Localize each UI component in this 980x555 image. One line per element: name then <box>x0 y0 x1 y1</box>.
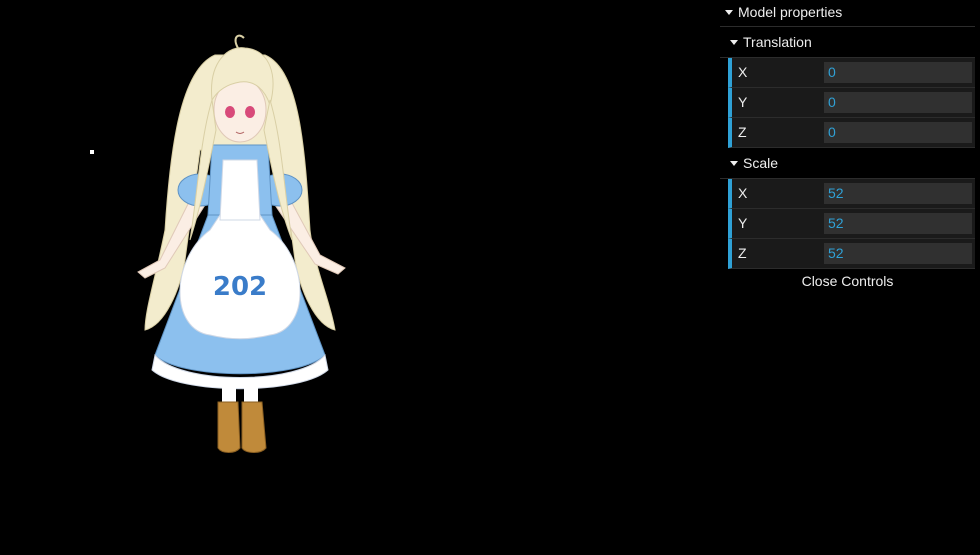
apron-number: 202 <box>213 272 267 302</box>
translation-y-input[interactable] <box>824 92 972 113</box>
translation-z-input[interactable] <box>824 122 972 143</box>
close-controls-button[interactable]: Close Controls <box>720 271 975 291</box>
folder-title-label: Scale <box>743 155 779 171</box>
folder-translation[interactable]: Translation <box>720 29 975 58</box>
scale-y-row: Y <box>728 209 975 239</box>
scale-z-row: Z <box>728 239 975 269</box>
ahoge <box>234 34 245 49</box>
translation-y-label: Y <box>738 94 748 110</box>
translation-z-row: Z <box>728 118 975 148</box>
folder-translation-group: Translation X Y Z <box>720 29 975 148</box>
stray-pixel <box>90 150 94 154</box>
scale-x-row: X <box>728 179 975 209</box>
right-boot <box>241 401 267 453</box>
scale-z-input[interactable] <box>824 243 972 264</box>
controls-panel: Model properties Translation X Y Z Scale… <box>720 0 975 291</box>
folder-scale[interactable]: Scale <box>720 150 975 179</box>
caret-down-icon <box>725 9 733 15</box>
scale-x-input[interactable] <box>824 183 972 204</box>
left-boot <box>217 401 241 453</box>
folder-title-label: Translation <box>743 34 812 50</box>
scale-x-label: X <box>738 185 748 201</box>
folder-title-label: Model properties <box>738 4 843 20</box>
translation-x-label: X <box>738 64 748 80</box>
translation-x-input[interactable] <box>824 62 972 83</box>
translation-y-row: Y <box>728 88 975 118</box>
right-eye <box>245 106 255 118</box>
translation-z-label: Z <box>738 124 747 140</box>
scale-z-label: Z <box>738 245 747 261</box>
anime-character-model[interactable]: 202 <box>120 30 360 460</box>
folder-model-properties[interactable]: Model properties <box>720 0 975 27</box>
caret-down-icon <box>730 39 738 45</box>
translation-x-row: X <box>728 58 975 88</box>
scale-y-label: Y <box>738 215 748 231</box>
folder-scale-group: Scale X Y Z <box>720 150 975 269</box>
left-eye <box>225 106 235 118</box>
caret-down-icon <box>730 160 738 166</box>
apron-bib <box>219 159 261 221</box>
scale-y-input[interactable] <box>824 213 972 234</box>
